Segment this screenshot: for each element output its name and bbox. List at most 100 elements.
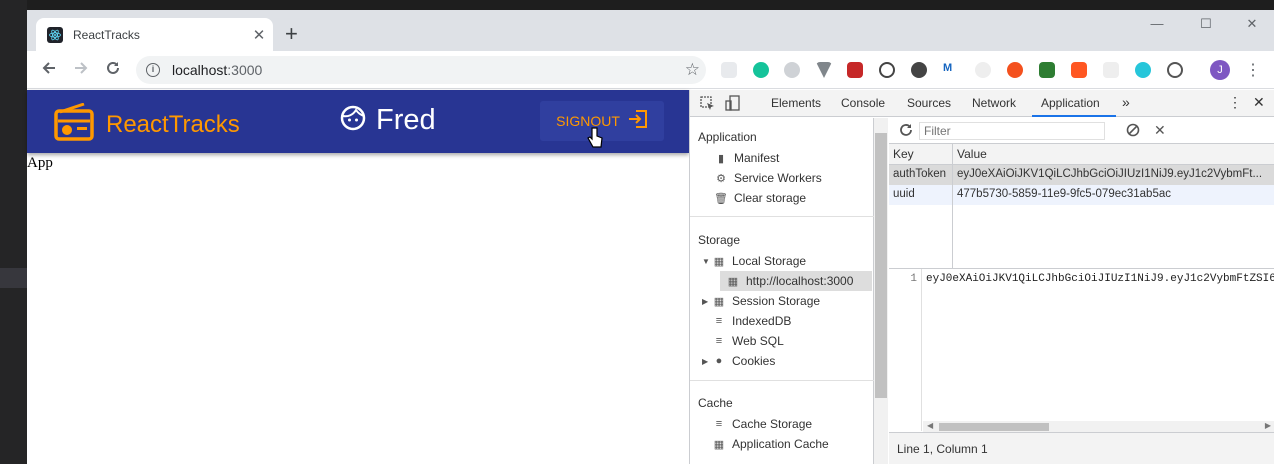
delete-selected-icon[interactable]: ✕: [1154, 122, 1166, 139]
sidebar-scrollbar-thumb[interactable]: [875, 133, 887, 398]
close-window-button[interactable]: ✕: [1237, 16, 1267, 32]
bookmark-star-icon[interactable]: ☆: [685, 60, 700, 80]
devtools-tab-bar: Elements Console Sources Network Applica…: [690, 90, 1274, 117]
sidebar-item-label: Manifest: [734, 151, 780, 165]
sidebar-item-session-storage[interactable]: ▶ ▦ Session Storage: [702, 291, 820, 311]
extension-icon[interactable]: [1007, 62, 1023, 78]
tab-sources[interactable]: Sources: [907, 96, 951, 110]
sidebar-item-service-workers[interactable]: ⚙ Service Workers: [714, 168, 822, 188]
chrome-menu-icon[interactable]: ⋮: [1245, 60, 1261, 80]
grid-icon: ▦: [713, 295, 725, 308]
grid-icon: ▦: [713, 438, 725, 451]
exit-icon: [628, 109, 648, 133]
cookie-icon: ●: [715, 355, 723, 367]
sidebar-item-websql[interactable]: ≡ Web SQL: [712, 331, 784, 351]
extension-icon[interactable]: [784, 62, 800, 78]
extension-icon[interactable]: [1103, 62, 1119, 78]
database-icon: ≡: [715, 315, 723, 327]
forward-icon[interactable]: [69, 59, 93, 81]
inspect-element-icon[interactable]: [700, 96, 715, 116]
refresh-icon[interactable]: [899, 123, 913, 142]
url-port: :3000: [227, 62, 263, 78]
sidebar-item-manifest[interactable]: ▮ Manifest: [714, 148, 779, 168]
sidebar-item-label: Session Storage: [732, 294, 821, 308]
sidebar-scrollbar[interactable]: [874, 118, 888, 464]
column-divider: [952, 144, 953, 268]
sidebar-item-label: Local Storage: [732, 254, 807, 268]
editor-top-strip: [0, 0, 1274, 10]
tab-console[interactable]: Console: [841, 96, 885, 110]
status-bar: Line 1, Column 1: [889, 432, 1274, 464]
devtools-panel: Elements Console Sources Network Applica…: [689, 90, 1274, 464]
extension-icon[interactable]: [1135, 62, 1151, 78]
cursor-position: Line 1, Column 1: [897, 442, 988, 456]
sidebar-item-label: IndexedDB: [732, 314, 792, 328]
new-tab-button[interactable]: +: [285, 22, 298, 46]
sidebar-item-cache-storage[interactable]: ≡ Cache Storage: [712, 414, 812, 434]
editor-side-strip: [0, 0, 27, 464]
sidebar-item-label: Cookies: [732, 354, 776, 368]
sidebar-divider: [690, 216, 874, 217]
filter-input[interactable]: [919, 121, 1105, 140]
back-icon[interactable]: [37, 59, 61, 81]
table-row[interactable]: uuid 477b5730-5859-11e9-9fc5-079ec31ab5a…: [889, 185, 1274, 205]
column-header-key[interactable]: Key: [893, 147, 914, 161]
extension-icon[interactable]: [1167, 62, 1183, 78]
maximize-button[interactable]: ☐: [1191, 16, 1221, 32]
extension-icon[interactable]: [1039, 62, 1055, 78]
extension-icon[interactable]: M: [943, 62, 959, 78]
tab-application[interactable]: Application: [1041, 96, 1100, 110]
sidebar-item-indexeddb[interactable]: ≡ IndexedDB: [712, 311, 792, 331]
tab-strip: ReactTracks ✕ + — ☐ ✕: [27, 10, 1274, 51]
extension-icon[interactable]: [975, 62, 991, 78]
sidebar-divider: [690, 380, 874, 381]
browser-tab[interactable]: ReactTracks ✕: [36, 18, 273, 51]
extension-icon[interactable]: [879, 62, 895, 78]
reload-icon[interactable]: [101, 59, 125, 81]
address-bar[interactable]: i localhost:3000 ☆: [136, 56, 706, 84]
browser-toolbar: i localhost:3000 ☆ M J ⋮: [27, 51, 1274, 89]
sidebar-item-local-storage-origin[interactable]: ▦ http://localhost:3000: [720, 271, 872, 291]
more-tabs-button[interactable]: »: [1122, 94, 1130, 110]
scroll-left-icon[interactable]: ◀: [927, 421, 933, 430]
sidebar-item-clear-storage[interactable]: 🗑 Clear storage: [714, 188, 806, 208]
clear-all-icon[interactable]: [1126, 123, 1140, 142]
collapsed-triangle-icon[interactable]: ▶: [702, 357, 712, 366]
line-number: 1: [910, 273, 917, 285]
tab-elements[interactable]: Elements: [771, 96, 821, 110]
extension-icon[interactable]: [1071, 62, 1087, 78]
devtools-close-icon[interactable]: ✕: [1253, 94, 1265, 111]
cell-value: 477b5730-5859-11e9-9fc5-079ec31ab5ac: [957, 188, 1171, 200]
column-header-value[interactable]: Value: [957, 147, 1274, 161]
web-page: ReactTracks Fred SIGNOUT App: [27, 90, 689, 464]
sidebar-item-cookies[interactable]: ▶ ● Cookies: [702, 351, 775, 371]
browser-window: ReactTracks ✕ + — ☐ ✕ i localhost:3000 ☆…: [27, 10, 1274, 464]
preview-scrollbar-thumb[interactable]: [939, 423, 1049, 431]
devtools-menu-icon[interactable]: ⋮: [1228, 94, 1242, 111]
device-toolbar-icon[interactable]: [725, 95, 740, 116]
cell-key: uuid: [893, 188, 915, 200]
preview-code[interactable]: eyJ0eXAiOiJKV1QiLCJhbGciOiJIUzI1NiJ9.eyJ…: [926, 273, 1274, 285]
minimize-button[interactable]: —: [1142, 16, 1172, 31]
sidebar-item-application-cache[interactable]: ▦ Application Cache: [712, 434, 829, 454]
expanded-triangle-icon[interactable]: ▼: [702, 257, 712, 266]
sidebar-item-local-storage[interactable]: ▼ ▦ Local Storage: [702, 251, 806, 271]
collapsed-triangle-icon[interactable]: ▶: [702, 297, 712, 306]
sidebar-item-label: Web SQL: [732, 334, 784, 348]
table-row[interactable]: authToken eyJ0eXAiOiJKV1QiLCJhbGciOiJIUz…: [889, 165, 1274, 185]
app-brand[interactable]: ReactTracks: [54, 102, 240, 146]
tab-title: ReactTracks: [73, 27, 140, 42]
dark-reader-icon[interactable]: [911, 62, 927, 78]
scroll-right-icon[interactable]: ▶: [1265, 421, 1271, 430]
vue-devtools-icon[interactable]: [816, 62, 832, 78]
sidebar-item-label: Service Workers: [734, 171, 822, 185]
tab-network[interactable]: Network: [972, 96, 1016, 110]
tab-close-icon[interactable]: ✕: [249, 26, 269, 44]
app-bar: ReactTracks Fred SIGNOUT: [27, 90, 689, 153]
extension-icon[interactable]: [847, 62, 863, 78]
profile-avatar[interactable]: J: [1210, 60, 1230, 80]
site-info-icon[interactable]: i: [146, 63, 160, 77]
grammarly-icon[interactable]: [753, 62, 769, 78]
url-text: localhost:3000: [172, 62, 685, 78]
extension-icon[interactable]: [721, 62, 737, 78]
